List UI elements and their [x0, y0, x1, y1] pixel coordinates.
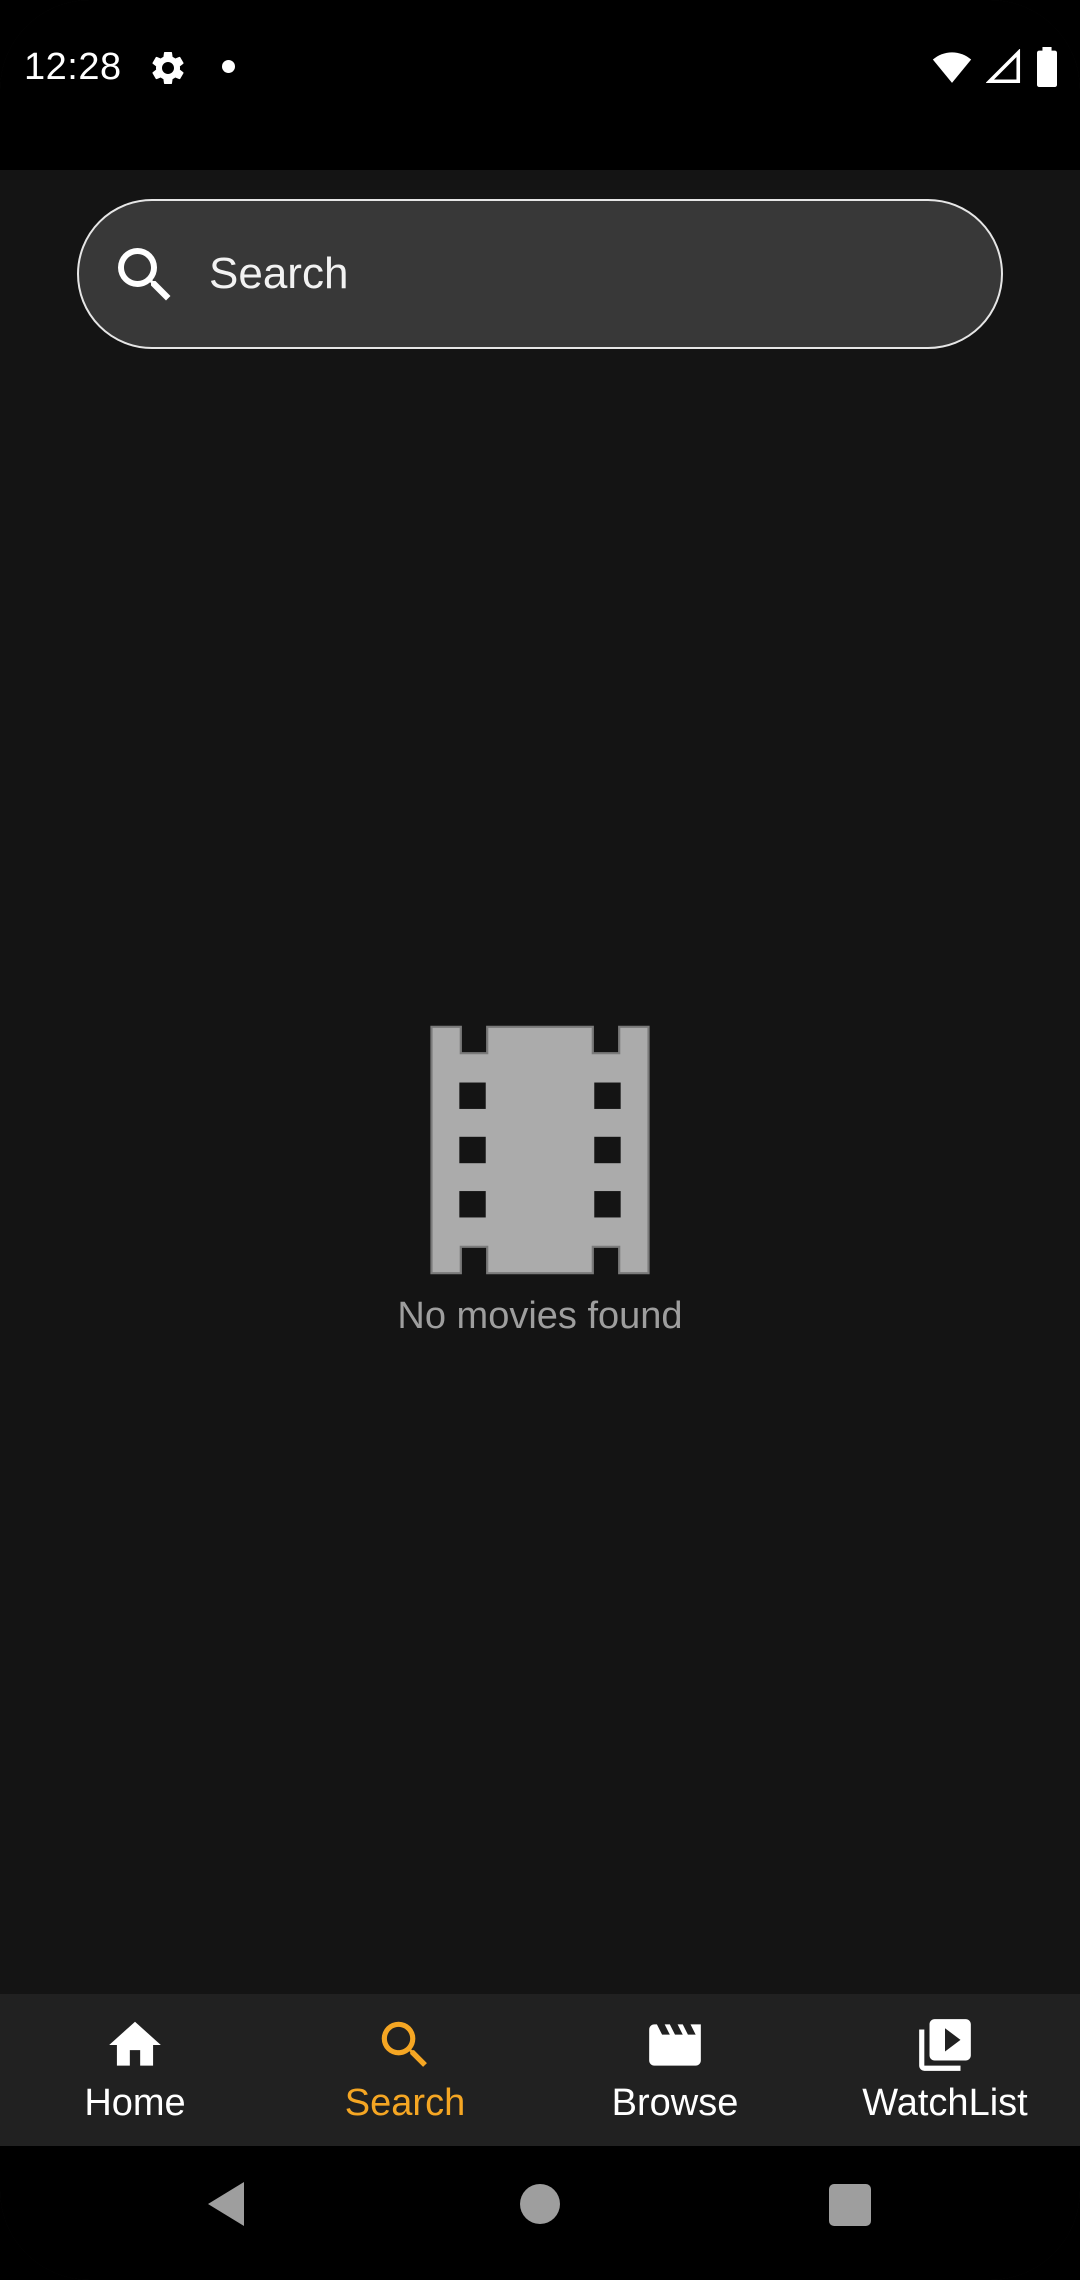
nav-item-browse[interactable]: Browse: [540, 1994, 810, 2146]
clapperboard-icon: [649, 2024, 701, 2066]
phone-screen: 12:28 Search No movies found Home Search…: [0, 0, 1080, 2280]
empty-state: No movies found: [0, 1025, 1080, 1338]
battery-icon: [1037, 47, 1057, 87]
nav-item-search[interactable]: Search: [270, 1994, 540, 2146]
status-time: 12:28: [24, 46, 122, 88]
search-icon: [381, 2021, 427, 2067]
search-icon: [118, 248, 171, 301]
nav-label-browse: Browse: [611, 2082, 739, 2124]
status-bar: 12:28: [0, 0, 1080, 170]
wifi-icon: [932, 52, 972, 83]
home-icon: [109, 2021, 161, 2066]
nav-item-home[interactable]: Home: [0, 1994, 270, 2146]
nav-label-search: Search: [344, 2082, 466, 2124]
notification-dot-icon: [222, 60, 235, 73]
home-button[interactable]: [520, 2184, 560, 2224]
gear-icon: [152, 51, 184, 84]
search-bar[interactable]: [77, 199, 1003, 349]
back-icon[interactable]: [205, 2180, 247, 2228]
video-library-icon: [919, 2019, 971, 2071]
nav-label-watchlist: WatchList: [862, 2082, 1028, 2124]
system-nav-bar: [0, 2146, 1080, 2280]
film-icon: [430, 1025, 650, 1275]
nav-item-watchlist[interactable]: WatchList: [810, 1994, 1080, 2146]
nav-label-home: Home: [84, 2082, 186, 2124]
status-indicators: [932, 46, 1058, 88]
empty-state-message: No movies found: [397, 1295, 683, 1337]
search-input[interactable]: [209, 201, 961, 347]
signal-icon: [986, 49, 1021, 84]
bottom-nav: Home Search Browse WatchList: [0, 1994, 1080, 2146]
recents-button[interactable]: [829, 2184, 871, 2226]
